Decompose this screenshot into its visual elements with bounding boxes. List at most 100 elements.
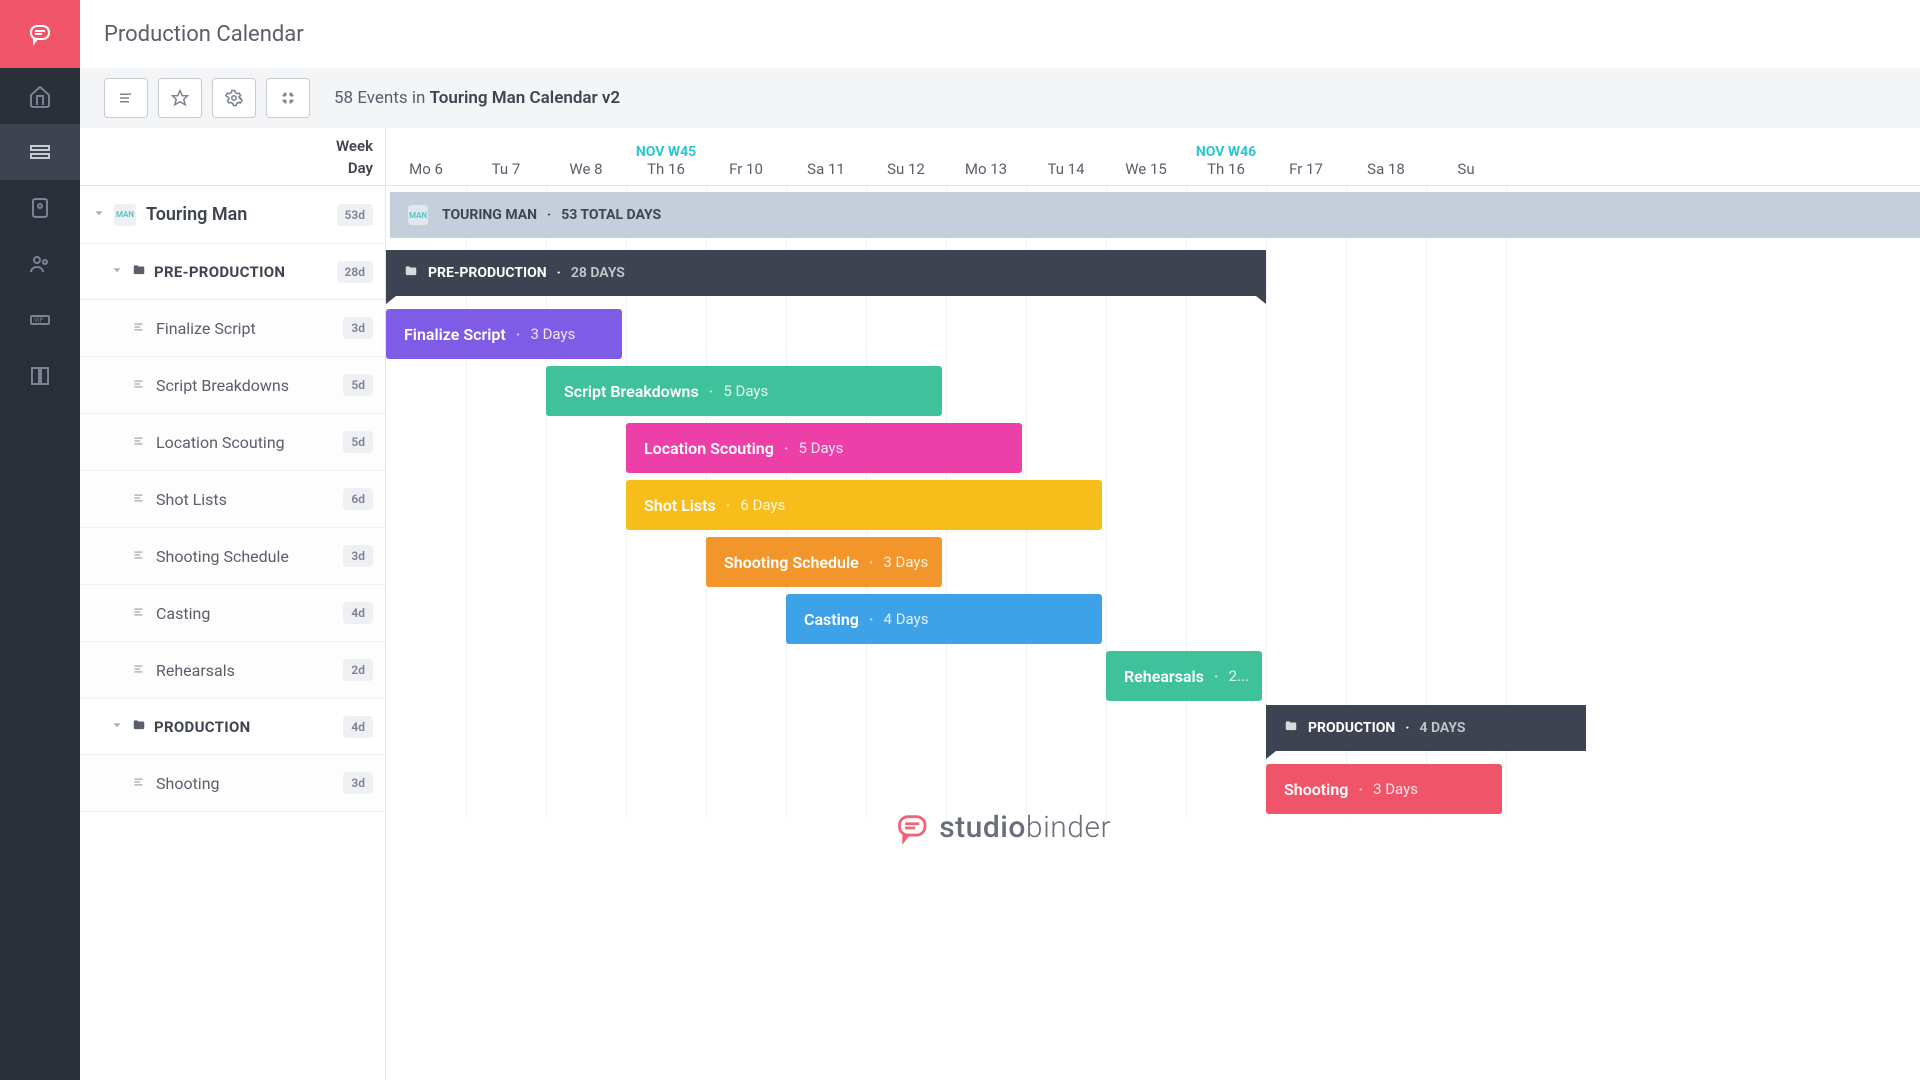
day-header-cell[interactable]: Tu 7 bbox=[466, 128, 546, 186]
task-bar-label: Shooting Schedule bbox=[724, 553, 859, 572]
phase-bar[interactable]: PRODUCTION· 4 DAYS bbox=[1266, 705, 1586, 751]
task-icon bbox=[132, 490, 146, 509]
task-name: Shot Lists bbox=[156, 490, 343, 509]
day-header-cell[interactable]: Sa 18 bbox=[1346, 128, 1426, 186]
task-name: Finalize Script bbox=[156, 319, 343, 338]
day-header-cell[interactable]: Fr 17 bbox=[1266, 128, 1346, 186]
toolbar-list-button[interactable] bbox=[104, 78, 148, 118]
day-label: Tu 7 bbox=[492, 160, 521, 178]
day-label: Tu 14 bbox=[1047, 160, 1084, 178]
nav-contacts-icon[interactable] bbox=[0, 180, 80, 236]
task-name: Casting bbox=[156, 604, 343, 623]
content: Week Day MAN Touring Man 53d PRE-PRODUCT… bbox=[80, 128, 1920, 1080]
task-icon bbox=[132, 604, 146, 623]
task-bar-label: Location Scouting bbox=[644, 439, 774, 458]
chevron-down-icon bbox=[110, 262, 124, 281]
task-row[interactable]: Shooting Schedule 3d bbox=[80, 528, 385, 585]
project-name: Touring Man bbox=[146, 204, 337, 225]
day-header-cell[interactable]: We 15 bbox=[1106, 128, 1186, 186]
task-name: Shooting bbox=[156, 774, 343, 793]
day-label: Su 12 bbox=[887, 160, 925, 178]
day-header-cell[interactable]: NOV W46 Th 16 bbox=[1186, 128, 1266, 186]
page-title: Production Calendar bbox=[104, 22, 304, 47]
task-bar[interactable]: Casting · 4 Days bbox=[786, 594, 1102, 644]
task-row[interactable]: Shooting 3d bbox=[80, 755, 385, 812]
task-duration-badge: 4d bbox=[343, 602, 373, 624]
day-header-cell[interactable]: Tu 14 bbox=[1026, 128, 1106, 186]
nav-home-icon[interactable] bbox=[0, 68, 80, 124]
toolbar: 58 Events in Touring Man Calendar v2 bbox=[80, 68, 1920, 128]
task-icon bbox=[132, 376, 146, 395]
project-row[interactable]: MAN Touring Man 53d bbox=[80, 186, 385, 244]
task-row[interactable]: Finalize Script 3d bbox=[80, 300, 385, 357]
phase-bar-title: PRE-PRODUCTION bbox=[428, 265, 547, 281]
task-bar[interactable]: Location Scouting · 5 Days bbox=[626, 423, 1022, 473]
task-bar[interactable]: Script Breakdowns · 5 Days bbox=[546, 366, 942, 416]
day-header-cell[interactable]: Sa 11 bbox=[786, 128, 866, 186]
task-bar-label: Script Breakdowns bbox=[564, 382, 699, 401]
task-icon bbox=[132, 319, 146, 338]
task-name: Location Scouting bbox=[156, 433, 343, 452]
toolbar-collapse-button[interactable] bbox=[266, 78, 310, 118]
task-row[interactable]: Script Breakdowns 5d bbox=[80, 357, 385, 414]
gantt-area[interactable]: Mo 6 Tu 7 We 8 NOV W45 Th 16 Fr 10 Sa 11… bbox=[386, 128, 1920, 1080]
phase-duration-badge: 28d bbox=[337, 261, 373, 283]
phase-bar[interactable]: PRE-PRODUCTION· 28 DAYS bbox=[386, 250, 1266, 296]
project-duration-badge: 53d bbox=[337, 204, 373, 226]
task-row[interactable]: Location Scouting 5d bbox=[80, 414, 385, 471]
day-header-cell[interactable]: We 8 bbox=[546, 128, 626, 186]
task-row[interactable]: Rehearsals 2d bbox=[80, 642, 385, 699]
svg-text:VIP: VIP bbox=[34, 317, 43, 324]
calendar-name: Touring Man Calendar v2 bbox=[430, 88, 621, 108]
week-label: Week bbox=[336, 137, 373, 155]
task-name: Script Breakdowns bbox=[156, 376, 343, 395]
task-bar-sub: 3 Days bbox=[530, 325, 575, 343]
phase-duration-badge: 4d bbox=[343, 716, 373, 738]
task-duration-badge: 5d bbox=[343, 374, 373, 396]
toolbar-settings-button[interactable] bbox=[212, 78, 256, 118]
day-header-cell[interactable]: Su bbox=[1426, 128, 1506, 186]
day-header-cell[interactable]: Mo 13 bbox=[946, 128, 1026, 186]
task-bar-sub: 4 Days bbox=[884, 610, 929, 628]
week-marker: NOV W45 bbox=[636, 144, 696, 160]
folder-icon bbox=[1284, 719, 1298, 737]
summary-sub: 53 TOTAL DAYS bbox=[561, 207, 661, 223]
task-bar-sub: 3 Days bbox=[883, 553, 928, 571]
gantt-time-header: Mo 6 Tu 7 We 8 NOV W45 Th 16 Fr 10 Sa 11… bbox=[386, 128, 1920, 186]
folder-icon bbox=[404, 264, 418, 282]
task-name: Rehearsals bbox=[156, 661, 343, 680]
nav-vip-icon[interactable]: VIP bbox=[0, 292, 80, 348]
event-count: 58 Events bbox=[334, 88, 408, 108]
day-header-cell[interactable]: Mo 6 bbox=[386, 128, 466, 186]
chevron-down-icon bbox=[110, 717, 124, 736]
day-label: We 8 bbox=[569, 160, 602, 178]
task-bar-sub: 5 Days bbox=[799, 439, 844, 457]
day-label: Mo 13 bbox=[965, 160, 1007, 178]
nav-team-icon[interactable] bbox=[0, 236, 80, 292]
nav-docs-icon[interactable] bbox=[0, 348, 80, 404]
day-header-cell[interactable]: Fr 10 bbox=[706, 128, 786, 186]
day-label: Fr 17 bbox=[1289, 160, 1323, 178]
task-duration-badge: 3d bbox=[343, 545, 373, 567]
day-header-cell[interactable]: Su 12 bbox=[866, 128, 946, 186]
task-row[interactable]: Shot Lists 6d bbox=[80, 471, 385, 528]
task-bar-sub: 3 Days bbox=[1373, 780, 1418, 798]
project-summary-bar[interactable]: MAN TOURING MAN· 53 TOTAL DAYS bbox=[390, 192, 1920, 238]
toolbar-star-button[interactable] bbox=[158, 78, 202, 118]
day-label: Sa 11 bbox=[807, 160, 845, 178]
phase-bar-sub: 28 DAYS bbox=[571, 265, 625, 281]
nav-calendar-icon[interactable] bbox=[0, 124, 80, 180]
project-chip-icon: MAN bbox=[114, 204, 136, 226]
task-row[interactable]: Casting 4d bbox=[80, 585, 385, 642]
task-bar[interactable]: Rehearsals · 2... bbox=[1106, 651, 1262, 701]
week-marker: NOV W46 bbox=[1196, 144, 1256, 160]
task-bar[interactable]: Finalize Script · 3 Days bbox=[386, 309, 622, 359]
phase-row[interactable]: PRE-PRODUCTION 28d bbox=[80, 244, 385, 300]
task-bar[interactable]: Shooting · 3 Days bbox=[1266, 764, 1502, 814]
phase-row[interactable]: PRODUCTION 4d bbox=[80, 699, 385, 755]
day-header-cell[interactable]: NOV W45 Th 16 bbox=[626, 128, 706, 186]
task-bar-sub: 6 Days bbox=[740, 496, 785, 514]
app-logo[interactable] bbox=[0, 0, 80, 68]
task-bar[interactable]: Shot Lists · 6 Days bbox=[626, 480, 1102, 530]
task-bar[interactable]: Shooting Schedule · 3 Days bbox=[706, 537, 942, 587]
